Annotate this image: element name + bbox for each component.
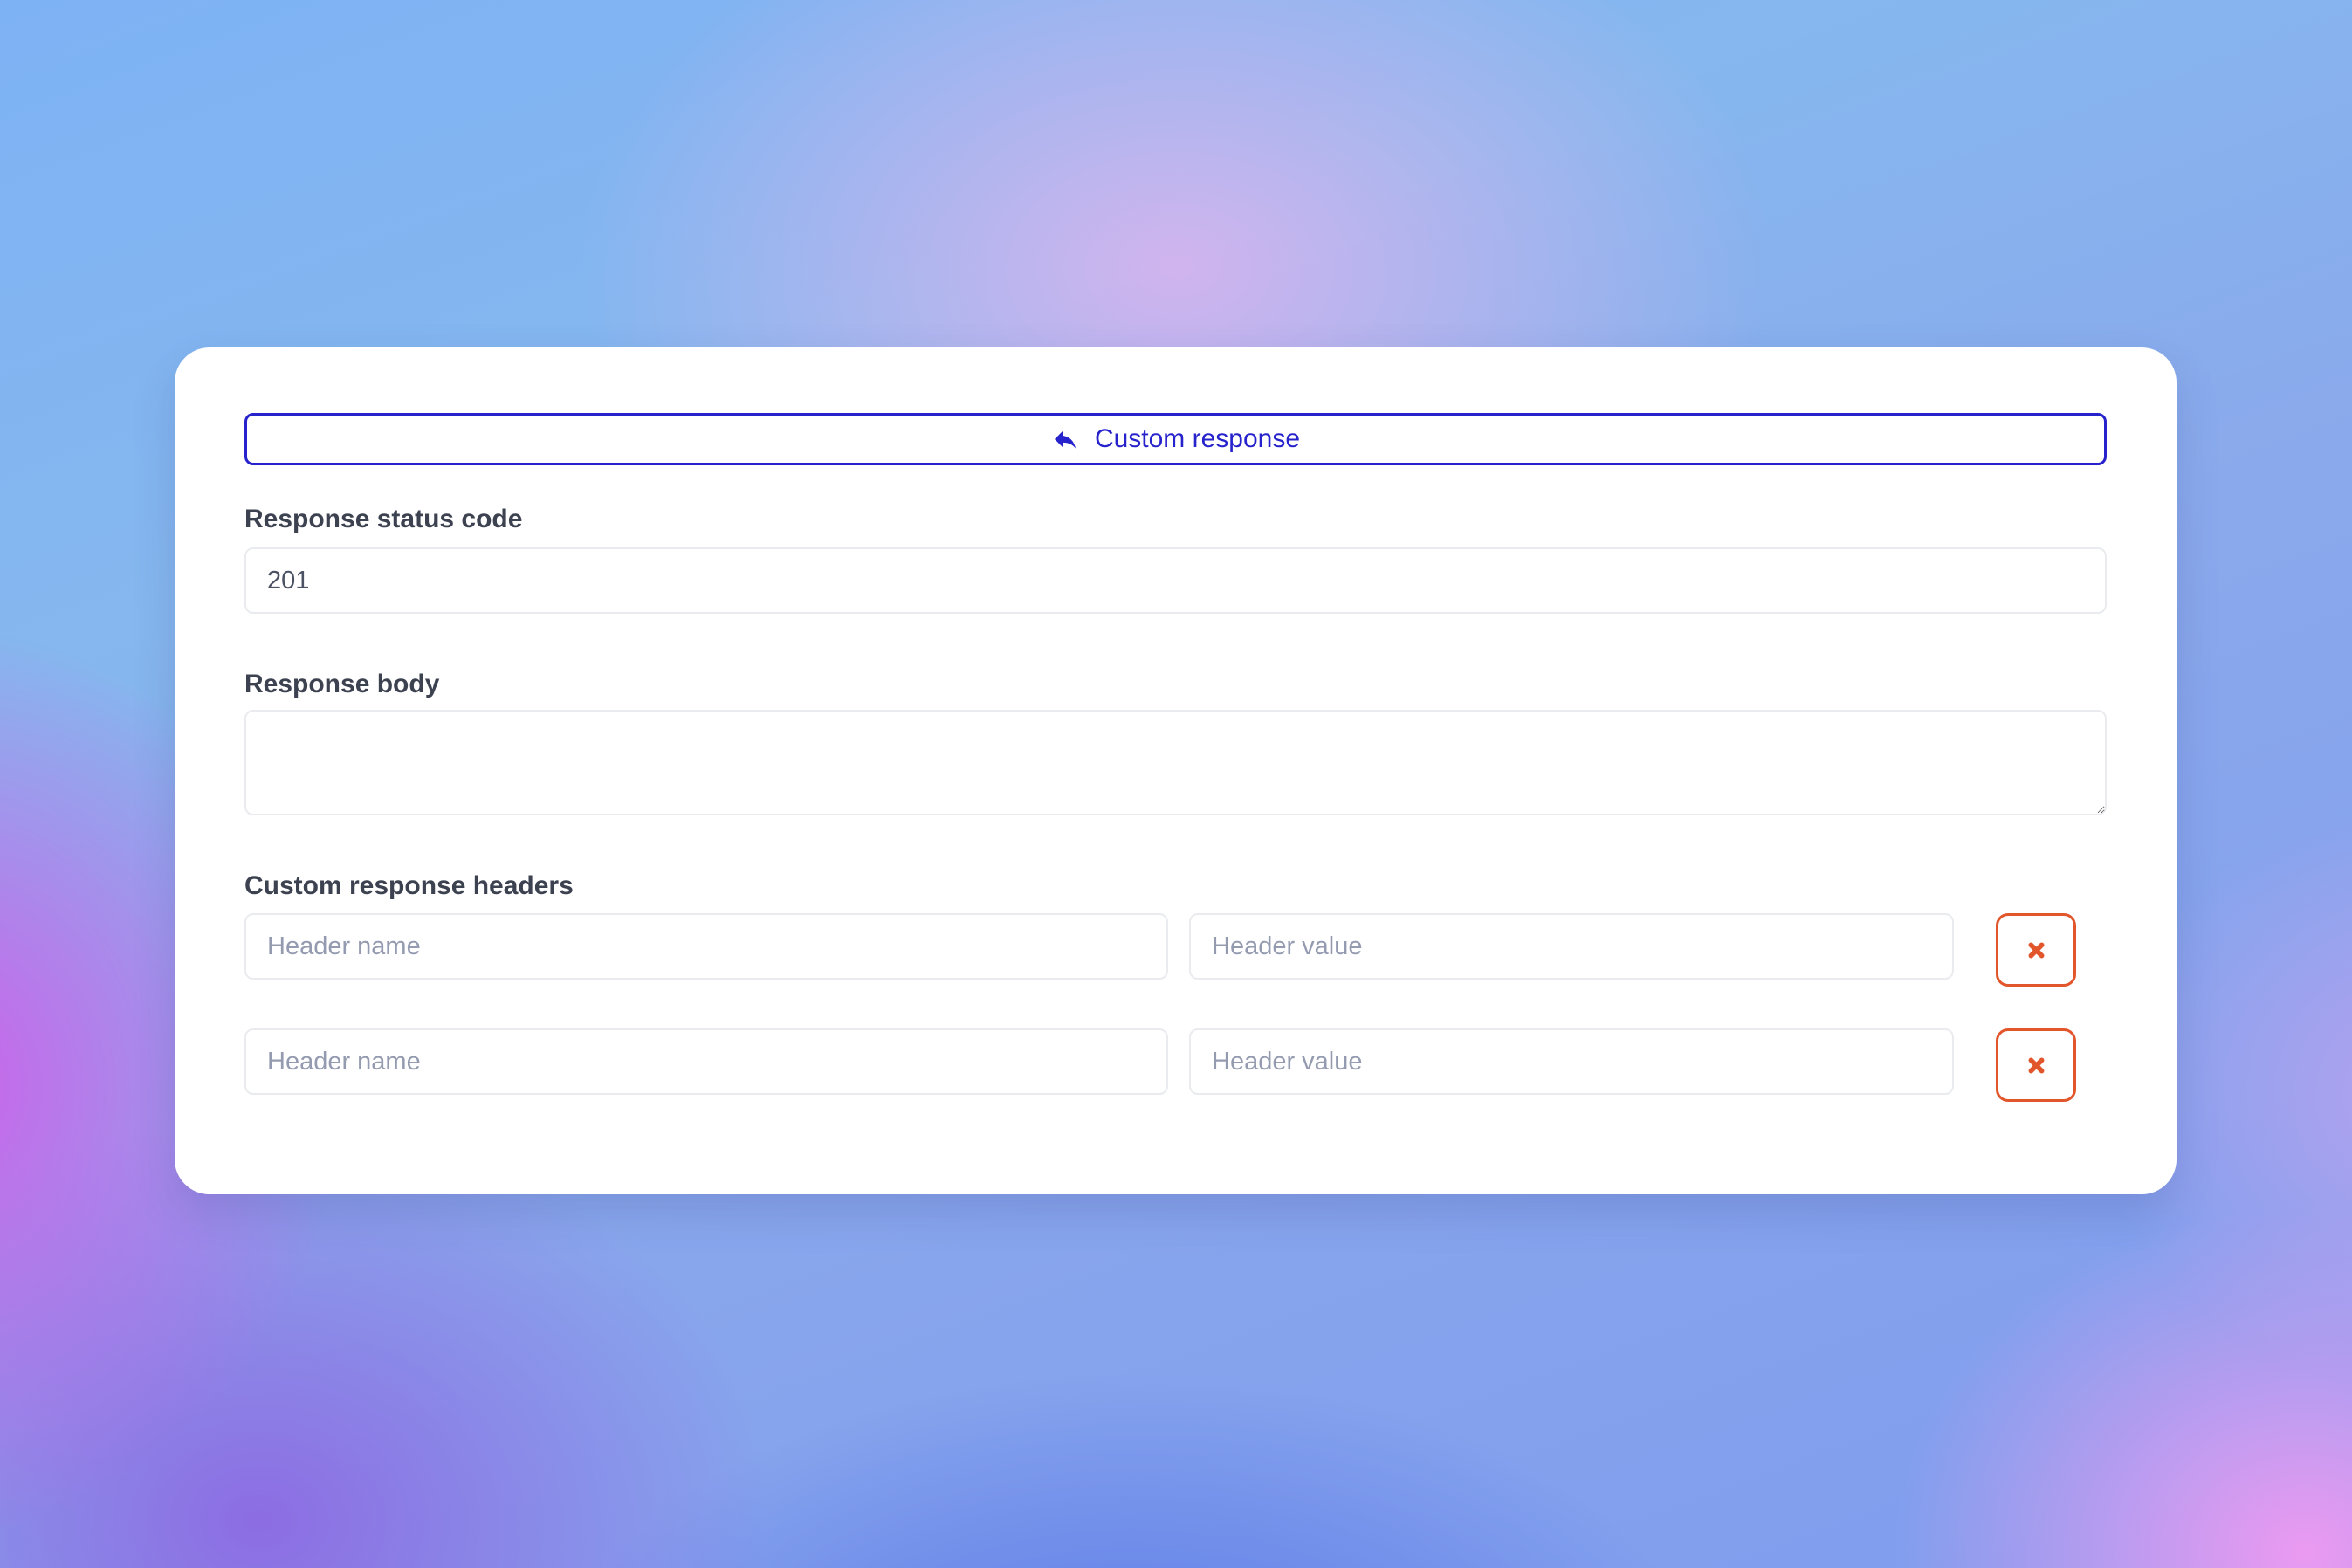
response-body-textarea[interactable] xyxy=(244,710,2107,815)
custom-response-button[interactable]: Custom response xyxy=(244,413,2107,465)
remove-header-button[interactable] xyxy=(1996,1028,2076,1102)
remove-header-button[interactable] xyxy=(1996,913,2076,987)
header-row xyxy=(244,1028,2107,1102)
status-code-label: Response status code xyxy=(244,505,2107,534)
header-name-input[interactable] xyxy=(244,1028,1168,1095)
status-code-input[interactable] xyxy=(244,547,2107,614)
header-name-input[interactable] xyxy=(244,913,1168,980)
close-icon xyxy=(2027,941,2046,959)
custom-headers-label: Custom response headers xyxy=(244,871,2107,901)
header-value-input[interactable] xyxy=(1189,1028,1954,1095)
response-body-label: Response body xyxy=(244,670,2107,699)
custom-response-button-label: Custom response xyxy=(1095,424,1300,454)
close-icon xyxy=(2027,1056,2046,1075)
header-value-input[interactable] xyxy=(1189,913,1954,980)
reply-icon xyxy=(1051,425,1079,453)
custom-response-card: Custom response Response status code Res… xyxy=(175,347,2177,1194)
header-row xyxy=(244,913,2107,987)
